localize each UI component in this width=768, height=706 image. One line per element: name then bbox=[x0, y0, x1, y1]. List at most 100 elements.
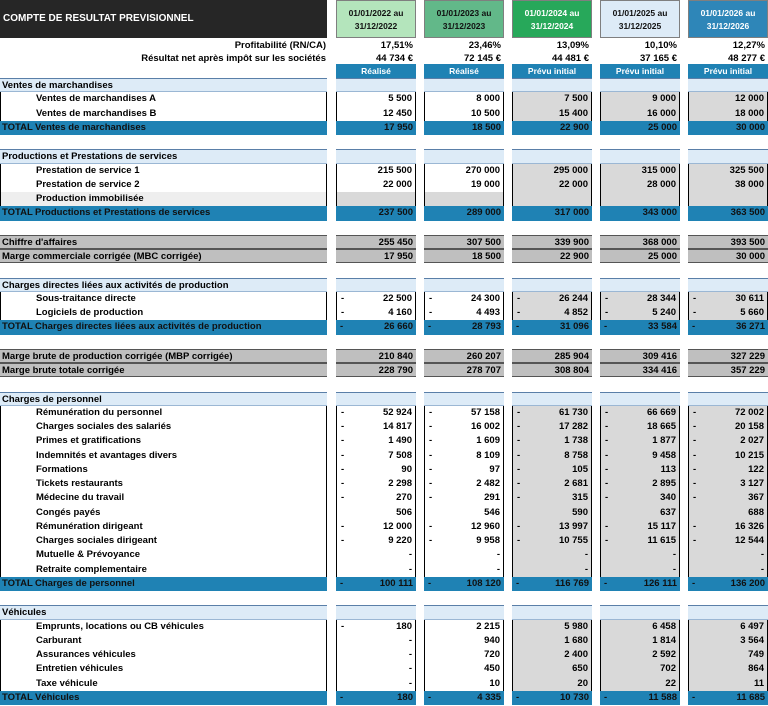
value-cell[interactable]: - bbox=[336, 562, 416, 577]
total-value-cell[interactable]: 317 000 bbox=[512, 206, 592, 221]
summary-value-cell[interactable]: 255 450 bbox=[336, 234, 416, 249]
value-cell[interactable]: - bbox=[600, 562, 680, 577]
summary-value-cell[interactable]: 309 416 bbox=[600, 348, 680, 363]
value-cell[interactable]: - 2 482 bbox=[424, 477, 504, 492]
value-cell[interactable]: - bbox=[336, 676, 416, 691]
value-cell[interactable]: - bbox=[688, 562, 768, 577]
value-cell[interactable]: - 15 117 bbox=[600, 519, 680, 534]
period-header[interactable]: 01/01/2022 au 31/12/2022 bbox=[336, 0, 416, 38]
total-value-cell[interactable]: - 36 271 bbox=[688, 320, 768, 335]
value-cell[interactable]: - bbox=[336, 648, 416, 663]
value-cell[interactable]: - 1 609 bbox=[424, 434, 504, 449]
value-cell[interactable]: - 340 bbox=[600, 491, 680, 506]
value-cell[interactable]: - 12 544 bbox=[688, 534, 768, 549]
summary-value-cell[interactable]: 339 900 bbox=[512, 234, 592, 249]
value-cell[interactable]: - 122 bbox=[688, 462, 768, 477]
total-value-cell[interactable]: 343 000 bbox=[600, 206, 680, 221]
total-value-cell[interactable]: - 10 730 bbox=[512, 690, 592, 705]
value-cell[interactable]: - bbox=[424, 562, 504, 577]
value-cell[interactable]: 6 497 bbox=[688, 619, 768, 634]
value-cell[interactable]: 1 680 bbox=[512, 633, 592, 648]
value-cell[interactable]: - 11 615 bbox=[600, 534, 680, 549]
value-cell[interactable] bbox=[600, 192, 680, 207]
summary-value-cell[interactable]: 368 000 bbox=[600, 234, 680, 249]
value-cell[interactable]: 28 000 bbox=[600, 177, 680, 192]
value-cell[interactable] bbox=[688, 192, 768, 207]
total-value-cell[interactable]: 22 900 bbox=[512, 120, 592, 135]
value-cell[interactable]: 940 bbox=[424, 633, 504, 648]
value-cell[interactable]: - 22 500 bbox=[336, 291, 416, 306]
period-header[interactable]: 01/01/2024 au 31/12/2024 bbox=[512, 0, 592, 38]
total-value-cell[interactable]: 17 950 bbox=[336, 120, 416, 135]
summary-value-cell[interactable]: 260 207 bbox=[424, 348, 504, 363]
value-cell[interactable]: 10 500 bbox=[424, 106, 504, 121]
summary-value-cell[interactable]: 278 707 bbox=[424, 363, 504, 378]
value-cell[interactable]: - 4 852 bbox=[512, 306, 592, 321]
value-cell[interactable]: - 12 000 bbox=[336, 519, 416, 534]
value-cell[interactable]: - 17 282 bbox=[512, 420, 592, 435]
summary-value-cell[interactable]: 22 900 bbox=[512, 249, 592, 264]
value-cell[interactable]: 19 000 bbox=[424, 177, 504, 192]
value-cell[interactable]: - 367 bbox=[688, 491, 768, 506]
value-cell[interactable]: - 13 997 bbox=[512, 519, 592, 534]
value-cell[interactable]: 325 500 bbox=[688, 163, 768, 178]
value-cell[interactable]: 720 bbox=[424, 648, 504, 663]
value-cell[interactable]: - 3 127 bbox=[688, 477, 768, 492]
value-cell[interactable]: 22 000 bbox=[336, 177, 416, 192]
value-cell[interactable]: - 61 730 bbox=[512, 405, 592, 420]
total-value-cell[interactable]: 18 500 bbox=[424, 120, 504, 135]
value-cell[interactable]: - 66 669 bbox=[600, 405, 680, 420]
value-cell[interactable]: - 16 326 bbox=[688, 519, 768, 534]
value-cell[interactable]: 702 bbox=[600, 662, 680, 677]
value-cell[interactable]: 11 bbox=[688, 676, 768, 691]
value-cell[interactable]: 546 bbox=[424, 505, 504, 520]
value-cell[interactable]: - bbox=[512, 548, 592, 563]
total-value-cell[interactable]: 363 500 bbox=[688, 206, 768, 221]
total-value-cell[interactable]: - 116 769 bbox=[512, 576, 592, 591]
value-cell[interactable]: - 9 958 bbox=[424, 534, 504, 549]
value-cell[interactable]: 650 bbox=[512, 662, 592, 677]
section-header[interactable]: Charges de personnel bbox=[0, 391, 327, 406]
summary-value-cell[interactable]: 17 950 bbox=[336, 249, 416, 264]
value-cell[interactable]: - bbox=[512, 562, 592, 577]
value-cell[interactable]: - 1 877 bbox=[600, 434, 680, 449]
value-cell[interactable]: 2 592 bbox=[600, 648, 680, 663]
value-cell[interactable]: - 4 493 bbox=[424, 306, 504, 321]
total-value-cell[interactable]: - 126 111 bbox=[600, 576, 680, 591]
value-cell[interactable]: - 8 758 bbox=[512, 448, 592, 463]
summary-value-cell[interactable]: 393 500 bbox=[688, 234, 768, 249]
value-cell[interactable]: 450 bbox=[424, 662, 504, 677]
value-cell[interactable]: - 18 665 bbox=[600, 420, 680, 435]
value-cell[interactable]: - 1 738 bbox=[512, 434, 592, 449]
value-cell[interactable]: 1 814 bbox=[600, 633, 680, 648]
total-value-cell[interactable]: - 136 200 bbox=[688, 576, 768, 591]
value-cell[interactable]: 38 000 bbox=[688, 177, 768, 192]
value-cell[interactable]: - 20 158 bbox=[688, 420, 768, 435]
value-cell[interactable]: 22 bbox=[600, 676, 680, 691]
value-cell[interactable]: - 5 660 bbox=[688, 306, 768, 321]
value-cell[interactable]: 864 bbox=[688, 662, 768, 677]
section-header[interactable]: Charges directes liées aux activités de … bbox=[0, 277, 327, 292]
value-cell[interactable]: - 57 158 bbox=[424, 405, 504, 420]
total-value-cell[interactable]: 30 000 bbox=[688, 120, 768, 135]
summary-value-cell[interactable]: 334 416 bbox=[600, 363, 680, 378]
value-cell[interactable]: - 291 bbox=[424, 491, 504, 506]
total-value-cell[interactable]: - 180 bbox=[336, 690, 416, 705]
summary-value-cell[interactable]: 210 840 bbox=[336, 348, 416, 363]
total-value-cell[interactable]: - 4 335 bbox=[424, 690, 504, 705]
value-cell[interactable]: - 24 300 bbox=[424, 291, 504, 306]
value-cell[interactable]: 215 500 bbox=[336, 163, 416, 178]
section-header[interactable]: Ventes de marchandises bbox=[0, 78, 327, 93]
value-cell[interactable]: - 270 bbox=[336, 491, 416, 506]
value-cell[interactable]: - 2 298 bbox=[336, 477, 416, 492]
value-cell[interactable]: - bbox=[336, 662, 416, 677]
value-cell[interactable]: - 113 bbox=[600, 462, 680, 477]
value-cell[interactable]: 295 000 bbox=[512, 163, 592, 178]
value-cell[interactable]: - bbox=[336, 548, 416, 563]
value-cell[interactable]: 637 bbox=[600, 505, 680, 520]
value-cell[interactable]: - 2 895 bbox=[600, 477, 680, 492]
value-cell[interactable]: 2 215 bbox=[424, 619, 504, 634]
summary-value-cell[interactable]: 307 500 bbox=[424, 234, 504, 249]
summary-value-cell[interactable]: 285 904 bbox=[512, 348, 592, 363]
value-cell[interactable]: 7 500 bbox=[512, 92, 592, 107]
